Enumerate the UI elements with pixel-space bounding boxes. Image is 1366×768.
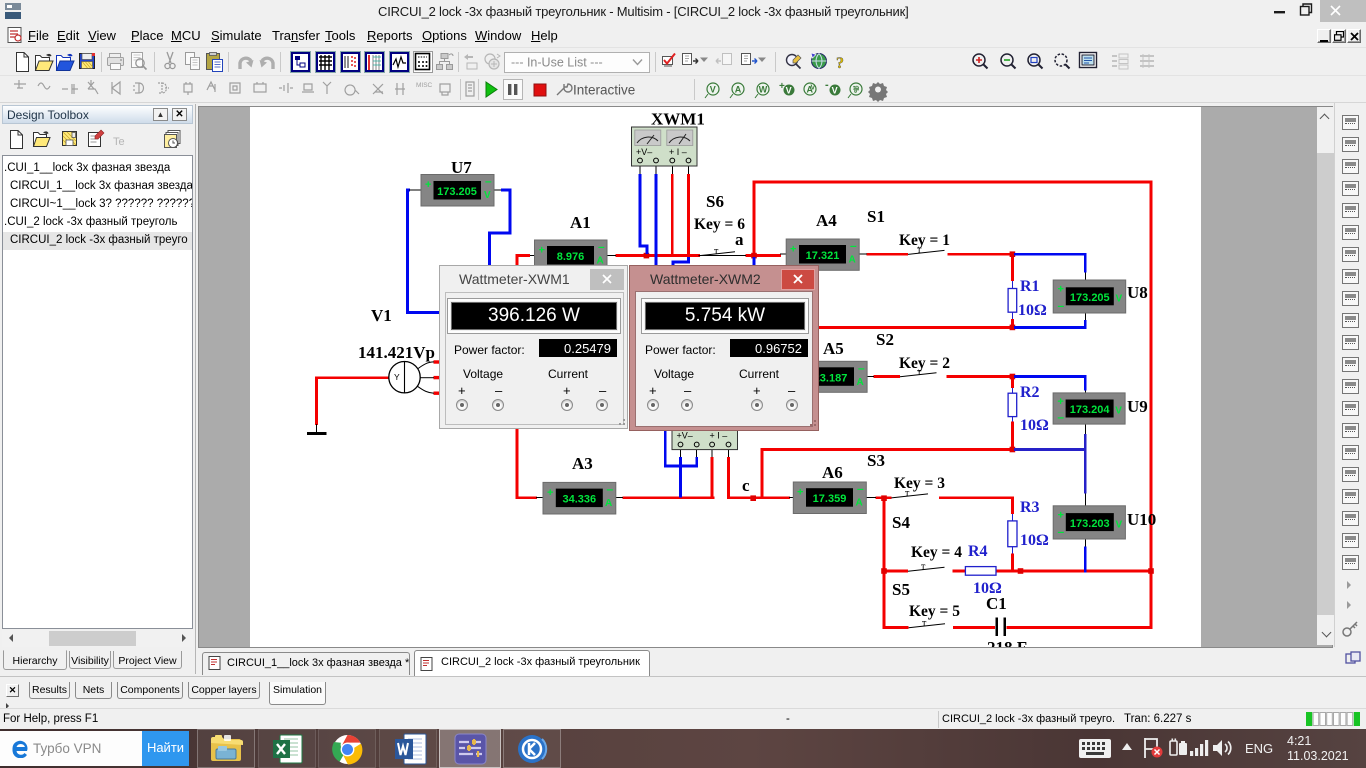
svg-text:Y: Y	[394, 372, 400, 382]
svg-text:Key = 5: Key = 5	[909, 603, 960, 620]
svg-text:10Ω: 10Ω	[1018, 302, 1047, 319]
svg-text:U7: U7	[451, 158, 472, 177]
svg-text:+: +	[547, 487, 553, 499]
svg-text:Key = 4: Key = 4	[911, 544, 962, 561]
svg-text:A6: A6	[822, 463, 843, 482]
svg-text:–: –	[850, 239, 857, 253]
svg-text:173.205: 173.205	[1070, 292, 1110, 304]
svg-text:т: т	[905, 488, 910, 499]
svg-text:10Ω: 10Ω	[1020, 417, 1049, 434]
svg-text:+: +	[797, 487, 803, 499]
svg-text:10Ω: 10Ω	[973, 580, 1002, 597]
svg-text:Te: Te	[113, 136, 125, 148]
svg-text:R3: R3	[1020, 499, 1040, 516]
svg-text:V: V	[1116, 294, 1123, 305]
svg-text:A1: A1	[570, 213, 591, 232]
svg-text:+ I –: + I –	[669, 147, 687, 157]
svg-text:S3: S3	[867, 451, 885, 470]
svg-text:+V–: +V–	[677, 431, 693, 441]
svg-text:–: –	[607, 482, 614, 496]
svg-text:Key = 1: Key = 1	[899, 232, 950, 249]
svg-text:R4: R4	[968, 543, 988, 560]
svg-text:A: A	[856, 498, 863, 509]
svg-text:V1: V1	[371, 306, 392, 325]
svg-text:U10: U10	[1127, 510, 1156, 529]
svg-text:–: –	[598, 240, 605, 254]
svg-text:–: –	[485, 174, 492, 188]
svg-text:т: т	[922, 618, 927, 629]
svg-text:+: +	[1057, 396, 1063, 408]
svg-text:U8: U8	[1127, 283, 1148, 302]
svg-text:8.976: 8.976	[557, 251, 585, 263]
svg-text:141.421Vp: 141.421Vp	[358, 343, 435, 362]
svg-text:V: V	[484, 190, 491, 201]
svg-text:R1: R1	[1020, 278, 1040, 295]
svg-text:173.204: 173.204	[1070, 404, 1111, 416]
svg-text:Key = 6: Key = 6	[694, 216, 745, 233]
svg-text:т: т	[917, 367, 922, 378]
svg-text:173.203: 173.203	[1070, 518, 1110, 530]
svg-text:т: т	[714, 246, 719, 257]
svg-text:+: +	[790, 244, 796, 256]
svg-text:XWM1: XWM1	[651, 110, 705, 129]
svg-text:A4: A4	[816, 211, 837, 230]
svg-text:A: A	[849, 255, 856, 266]
svg-text:S6: S6	[706, 192, 724, 211]
svg-text:+: +	[1058, 509, 1064, 521]
svg-text:S2: S2	[876, 330, 894, 349]
svg-text:–: –	[858, 361, 865, 375]
svg-text:A: A	[857, 377, 864, 388]
svg-text:V: V	[1115, 406, 1122, 417]
svg-text:+: +	[539, 245, 545, 257]
svg-text:S4: S4	[892, 513, 910, 532]
svg-text:+: +	[425, 179, 431, 191]
svg-text:+ I –: + I –	[710, 431, 728, 441]
svg-text:–: –	[857, 482, 864, 496]
svg-text:S5: S5	[892, 580, 910, 599]
svg-text:10Ω: 10Ω	[1020, 532, 1049, 549]
svg-text:34.336: 34.336	[562, 494, 596, 506]
svg-text:S1: S1	[867, 207, 885, 226]
svg-text:Key = 2: Key = 2	[899, 355, 950, 372]
svg-text:A: A	[605, 498, 612, 509]
svg-text:R2: R2	[1020, 384, 1040, 401]
svg-text:17.321: 17.321	[806, 250, 840, 262]
svg-text:A3: A3	[572, 454, 593, 473]
svg-text:т: т	[921, 561, 926, 572]
svg-text:c: c	[742, 476, 750, 495]
svg-text:Key = 3: Key = 3	[894, 475, 945, 492]
svg-text:V: V	[1116, 519, 1123, 530]
svg-text:+: +	[1058, 284, 1064, 296]
svg-text:т: т	[917, 245, 922, 256]
svg-text:–: –	[1058, 524, 1065, 538]
svg-text:173.205: 173.205	[437, 186, 477, 198]
svg-text:–: –	[1057, 410, 1064, 424]
svg-text:A5: A5	[823, 339, 844, 358]
svg-text:+V–: +V–	[636, 147, 652, 157]
svg-text:–: –	[1058, 299, 1065, 313]
svg-text:17.359: 17.359	[813, 493, 847, 505]
svg-text:U9: U9	[1127, 397, 1148, 416]
